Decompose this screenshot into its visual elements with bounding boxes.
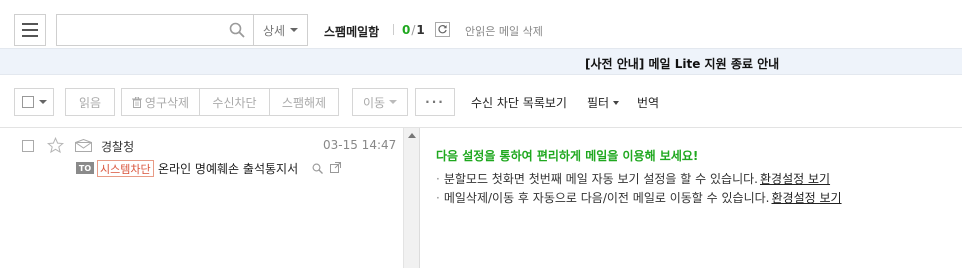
mail-toolbar: 읽음 영구삭제 수신차단 스팸해제 이동 ··· 수신 차단 목록보기 필터 번… (0, 75, 962, 127)
unspam-button[interactable]: 스팸해제 (269, 88, 339, 116)
menu-icon-line (22, 23, 38, 25)
mail-date: 03-15 14:47 (323, 138, 397, 152)
popout-icon[interactable] (330, 162, 341, 173)
list-scrollbar[interactable] (403, 128, 419, 268)
notice-link[interactable]: [사전 안내] 메일 Lite 지원 종료 안내 (585, 55, 779, 72)
notice-banner: [사전 안내] 메일 Lite 지원 종료 안내 (0, 48, 962, 75)
chevron-down-icon (389, 100, 398, 104)
move-label: 이동 (362, 95, 386, 110)
mail-checkbox[interactable] (22, 140, 34, 152)
search-box (56, 14, 254, 46)
star-icon[interactable] (47, 137, 64, 154)
detail-search-dropdown[interactable]: 상세 (254, 14, 308, 46)
menu-icon-line (22, 35, 38, 37)
reading-pane: 다음 설정을 통하여 편리하게 메일을 이용해 보세요! · 분할모드 첫화면 첫… (420, 128, 962, 268)
search-input[interactable] (57, 15, 217, 45)
envelope-icon (75, 139, 92, 152)
select-all-checkbox[interactable] (21, 96, 34, 108)
mail-sender[interactable]: 경찰청 (101, 138, 134, 155)
delete-forever-label: 영구삭제 (144, 95, 190, 110)
refresh-icon[interactable] (435, 22, 450, 37)
more-button[interactable]: ··· (415, 88, 455, 116)
move-dropdown[interactable]: 이동 (352, 88, 408, 116)
settings-link[interactable]: 환경설정 보기 (760, 172, 830, 186)
chevron-down-icon (290, 28, 299, 32)
filter-dropdown[interactable]: 필터 (587, 94, 620, 111)
delete-unread-link[interactable]: 안읽은 메일 삭제 (465, 23, 543, 39)
guide-text: 메일삭제/이동 후 자동으로 다음/이전 메일로 이동할 수 있습니다. (443, 191, 770, 205)
filter-label: 필터 (587, 96, 610, 110)
top-bar: 상세 스팸메일함 0/1 안읽은 메일 삭제 (0, 0, 962, 48)
block-sender-button[interactable]: 수신차단 (199, 88, 269, 116)
total-count: 1 (416, 23, 425, 37)
count-separator: / (411, 23, 416, 37)
scroll-up-icon[interactable] (408, 133, 416, 138)
bullet: · (436, 172, 440, 186)
guide-title: 다음 설정을 통하여 편리하게 메일을 이용해 보세요! (436, 149, 699, 163)
mail-count: 0/1 (402, 23, 425, 37)
translate-button[interactable]: 번역 (637, 94, 659, 111)
divider (393, 24, 394, 35)
guide-item: · 메일삭제/이동 후 자동으로 다음/이전 메일로 이동할 수 있습니다. 환경설… (436, 189, 842, 206)
folder-title: 스팸메일함 (324, 25, 380, 39)
unread-count[interactable]: 0 (402, 23, 410, 37)
menu-icon-line (22, 29, 38, 31)
select-all-dropdown[interactable] (14, 88, 54, 116)
search-icon[interactable] (229, 22, 245, 38)
settings-link[interactable]: 환경설정 보기 (771, 191, 841, 205)
menu-button[interactable] (14, 14, 46, 46)
refresh-icon-glyph (438, 25, 447, 34)
guide-text: 분할모드 첫화면 첫번째 메일 자동 보기 설정을 할 수 있습니다. (443, 172, 758, 186)
trash-icon (131, 96, 142, 108)
chevron-down-icon (613, 100, 620, 105)
system-block-tag: 시스템차단 (97, 160, 154, 177)
bullet: · (436, 191, 440, 205)
zoom-icon[interactable] (312, 163, 323, 174)
to-badge: TO (76, 162, 94, 174)
guide-item: · 분할모드 첫화면 첫번째 메일 자동 보기 설정을 할 수 있습니다. 환경설정… (436, 170, 830, 187)
chevron-down-icon (38, 100, 47, 104)
delete-forever-button[interactable]: 영구삭제 (121, 88, 199, 116)
mail-list: 경찰청 03-15 14:47 TO 시스템차단 온라인 명예훼손 출석통지서 (0, 128, 403, 268)
blocklist-link[interactable]: 수신 차단 목록보기 (471, 94, 567, 111)
detail-label: 상세 (262, 23, 286, 38)
mark-read-button[interactable]: 읽음 (65, 88, 115, 116)
mail-subject[interactable]: 온라인 명예훼손 출석통지서 (158, 160, 298, 177)
